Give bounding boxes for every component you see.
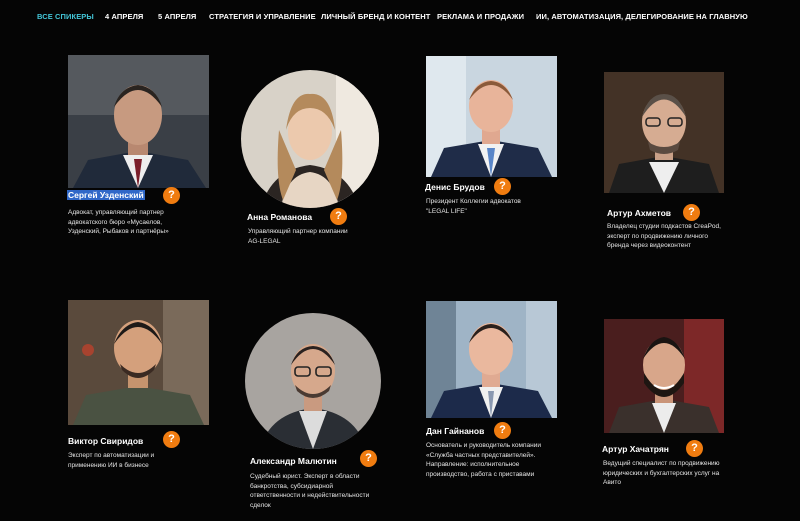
- speaker-photo[interactable]: [604, 319, 724, 433]
- speaker-name: Сергей Узденский: [67, 190, 145, 200]
- speaker-description: Президент Коллегии адвокатов "LEGAL LIFE": [426, 198, 521, 215]
- info-icon[interactable]: ?: [683, 204, 700, 221]
- nav-ai-automation[interactable]: ИИ, АВТОМАТИЗАЦИЯ, ДЕЛЕГИРОВАНИЕ: [536, 12, 694, 21]
- nav-personal-brand[interactable]: ЛИЧНЫЙ БРЕНД И КОНТЕНТ: [321, 12, 430, 21]
- speaker-photo[interactable]: [241, 70, 379, 208]
- nav-all-speakers[interactable]: ВСЕ СПИКЕРЫ: [37, 12, 94, 21]
- speaker-name: Артур Хачатрян: [602, 444, 669, 454]
- top-navigation: ВСЕ СПИКЕРЫ 4 АПРЕЛЯ 5 АПРЕЛЯ СТРАТЕГИЯ …: [0, 0, 800, 34]
- speaker-name: Денис Брудов: [425, 182, 485, 192]
- nav-ads-sales[interactable]: РЕКЛАМА И ПРОДАЖИ: [437, 12, 524, 21]
- speaker-name: Виктор Свиридов: [68, 436, 144, 446]
- info-icon[interactable]: ?: [330, 208, 347, 225]
- speaker-description: Управляющий партнер компании AG-LEGAL: [248, 228, 348, 245]
- info-icon[interactable]: ?: [163, 431, 180, 448]
- speaker-photo[interactable]: [245, 313, 381, 449]
- speaker-description: Судебный юрист. Эксперт в области банкрот…: [250, 473, 370, 509]
- nav-home[interactable]: НА ГЛАВНУЮ: [696, 12, 748, 21]
- nav-april-5[interactable]: 5 АПРЕЛЯ: [158, 12, 196, 21]
- speaker-description: Эксперт по автоматизации и применению ИИ …: [68, 452, 155, 469]
- speaker-photo[interactable]: [426, 301, 557, 418]
- speaker-photo[interactable]: [426, 56, 557, 177]
- info-icon[interactable]: ?: [494, 422, 511, 439]
- speaker-name: Артур Ахметов: [607, 208, 671, 218]
- speaker-name: Дан Гайнанов: [426, 426, 485, 436]
- speaker-photo[interactable]: [68, 300, 209, 425]
- speaker-description: Основатель и руководитель компании «Служб…: [426, 442, 541, 478]
- speaker-photo[interactable]: [68, 55, 209, 188]
- speaker-description: Ведущий специалист по продвижению юридиче…: [603, 460, 720, 486]
- speaker-name: Анна Романова: [247, 212, 313, 222]
- info-icon[interactable]: ?: [494, 178, 511, 195]
- info-icon[interactable]: ?: [686, 440, 703, 457]
- info-icon[interactable]: ?: [360, 450, 377, 467]
- nav-april-4[interactable]: 4 АПРЕЛЯ: [105, 12, 143, 21]
- info-icon[interactable]: ?: [163, 187, 180, 204]
- speaker-photo[interactable]: [604, 72, 724, 193]
- speaker-description: Адвокат, управляющий партнер адвокатского…: [68, 209, 169, 235]
- speaker-name: Александр Малютин: [250, 456, 337, 466]
- speaker-description: Владелец студии подкастов CreaPod, экспер…: [607, 223, 721, 249]
- nav-strategy[interactable]: СТРАТЕГИЯ И УПРАВЛЕНИЕ: [209, 12, 316, 21]
